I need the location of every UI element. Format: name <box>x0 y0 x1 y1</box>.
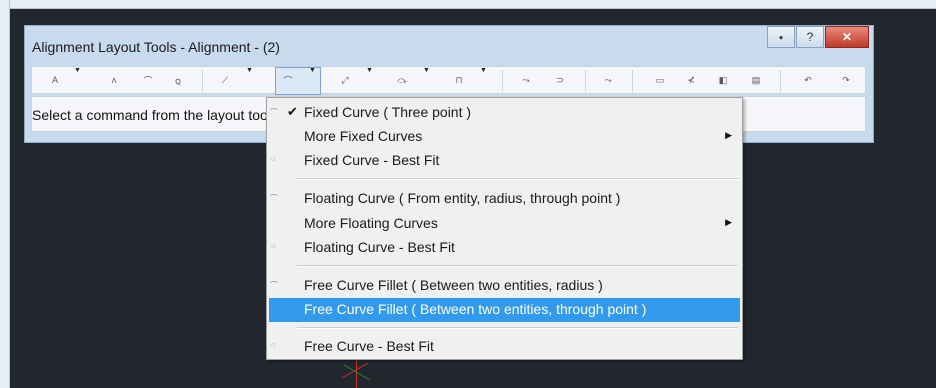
menu-separator <box>297 178 738 180</box>
menu-item-fixed-curve-three-point[interactable]: ⌒ ✔ Fixed Curve ( Three point ) <box>269 101 740 125</box>
menu-item-label: Floating Curve ( From entity, radius, th… <box>304 190 621 206</box>
redo-icon[interactable]: ↷ <box>838 72 854 88</box>
top-ruler <box>0 0 936 9</box>
best-fit-icon: ⁘ <box>270 242 277 251</box>
pick-sub-entity-icon[interactable]: ⊀ <box>683 72 699 88</box>
fixed-curve-icon: ⌒ <box>270 108 278 117</box>
spiral-line-icon[interactable]: ⊓ <box>451 72 467 88</box>
curve-tool-icon[interactable]: ⌒ <box>280 72 296 88</box>
menu-separator <box>297 265 738 267</box>
window-title: Alignment Layout Tools - Alignment - (2) <box>32 39 280 55</box>
toolbar-separator <box>502 70 503 92</box>
menu-item-more-floating-curves[interactable]: More Floating Curves ▶ <box>269 212 740 236</box>
menu-item-more-fixed-curves[interactable]: More Fixed Curves ▶ <box>269 125 740 149</box>
menu-item-free-curve-fillet-through-point[interactable]: ⌒ Free Curve Fillet ( Between two entiti… <box>269 298 740 322</box>
undo-icon[interactable]: ↶ <box>800 72 816 88</box>
submenu-arrow-icon: ▶ <box>725 217 732 227</box>
alignment-grid-view-icon[interactable]: ▤ <box>748 72 764 88</box>
menu-item-label: Free Curve Fillet ( Between two entities… <box>304 277 603 293</box>
layout-toolbar: A ▼ ʌ ⌒ ꞯ ⟋ ▼ ⌒ ▼ ⤢ ▼ ⤼ ▼ ⊓ ▼ ⤳ ⊃ ⤳ ▭ ⊀ … <box>31 66 866 95</box>
toolbar-separator <box>780 70 781 92</box>
menu-item-label: More Fixed Curves <box>304 128 423 144</box>
menu-item-label: Free Curve Fillet ( Between two entities… <box>304 301 647 317</box>
curve-dropdown-menu: ⌒ ✔ Fixed Curve ( Three point ) More Fix… <box>266 97 743 360</box>
menu-item-label: Fixed Curve - Best Fit <box>304 152 440 168</box>
insert-pi-icon[interactable]: ⤳ <box>518 72 534 88</box>
alignment-editor-icon[interactable]: ◧ <box>715 72 731 88</box>
best-fit-icon: ⁘ <box>270 341 277 350</box>
dropdown-arrow-icon[interactable]: ▼ <box>423 67 430 74</box>
menu-item-label: Free Curve - Best Fit <box>304 338 434 354</box>
status-message: Select a command from the layout tools t… <box>32 107 268 123</box>
best-fit-icon: ⁘ <box>270 155 277 164</box>
dropdown-arrow-icon[interactable]: ▼ <box>246 67 253 74</box>
titlebar-buttons: ⬩ ? ✕ <box>766 26 869 48</box>
menu-item-free-curve-fillet-radius[interactable]: ⌒ Free Curve Fillet ( Between two entiti… <box>269 274 740 298</box>
free-curve-fillet-icon: ⌒ <box>270 281 278 290</box>
pin-button[interactable]: ⬩ <box>767 26 795 48</box>
spiral-tool-icon[interactable]: ⤢ <box>337 72 353 88</box>
sub-entity-editor-icon[interactable]: ▭ <box>652 72 668 88</box>
submenu-arrow-icon: ▶ <box>725 130 732 140</box>
toolbar-separator <box>632 70 633 92</box>
free-curve-fillet-icon: ⌒ <box>270 305 278 314</box>
ucs-axis-icon <box>356 360 357 388</box>
menu-item-free-curve-best-fit[interactable]: ⁘ Free Curve - Best Fit <box>269 335 740 359</box>
menu-item-floating-curve[interactable]: ⌒ Floating Curve ( From entity, radius, … <box>269 187 740 211</box>
tangent-icon[interactable]: A <box>47 72 63 88</box>
dropdown-arrow-icon[interactable]: ▼ <box>366 67 373 74</box>
pi-icon[interactable]: ʌ <box>106 72 122 88</box>
menu-item-label: Fixed Curve ( Three point ) <box>304 104 472 120</box>
dropdown-arrow-icon[interactable]: ▼ <box>480 67 487 74</box>
close-button[interactable]: ✕ <box>825 26 869 48</box>
toolbar-separator <box>202 70 203 92</box>
label-pi-icon[interactable]: ꞯ <box>170 72 186 88</box>
menu-item-label: Floating Curve - Best Fit <box>304 239 455 255</box>
dropdown-arrow-icon[interactable]: ▼ <box>74 67 81 74</box>
curve-dropdown-arrow-icon[interactable]: ▼ <box>309 67 316 74</box>
curve-pi-icon[interactable]: ⌒ <box>140 72 156 88</box>
floating-curve-icon: ⌒ <box>270 194 278 203</box>
left-ruler <box>0 0 10 388</box>
menu-separator <box>297 327 738 329</box>
checkmark-icon: ✔ <box>287 104 298 119</box>
convert-icon[interactable]: ⤳ <box>600 72 616 88</box>
menu-item-floating-curve-best-fit[interactable]: ⁘ Floating Curve - Best Fit <box>269 236 740 260</box>
spiral-curve-icon[interactable]: ⤼ <box>394 72 410 88</box>
menu-item-label: More Floating Curves <box>304 215 438 231</box>
menu-item-fixed-curve-best-fit[interactable]: ⁘ Fixed Curve - Best Fit <box>269 149 740 173</box>
line-tool-icon[interactable]: ⟋ <box>217 72 233 88</box>
help-button[interactable]: ? <box>796 26 824 48</box>
break-apart-icon[interactable]: ⊃ <box>552 72 568 88</box>
toolbar-separator <box>585 70 586 92</box>
